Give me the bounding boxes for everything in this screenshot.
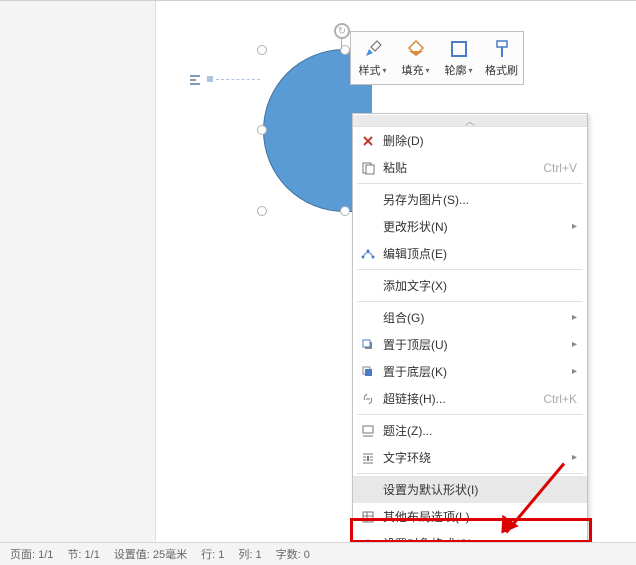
menu-item-send-to-back[interactable]: 置于底层(K) ▸: [353, 358, 587, 385]
menu-label: 添加文字(X): [383, 277, 577, 294]
submenu-arrow-icon: ▸: [572, 366, 577, 377]
rotate-stem: [341, 39, 342, 49]
menu-label: 删除(D): [383, 132, 577, 149]
caption-icon: [359, 422, 377, 440]
menu-item-hyperlink[interactable]: 超链接(H)... Ctrl+K: [353, 385, 587, 412]
anchor-line: [216, 79, 260, 80]
resize-handle-nw[interactable]: [257, 45, 267, 55]
menu-item-change-shape[interactable]: 更改形状(N) ▸: [353, 213, 587, 240]
bucket-icon: [405, 38, 427, 60]
menu-label: 编辑顶点(E): [383, 245, 577, 262]
menu-separator: [357, 414, 583, 415]
status-bar: 页面: 1/1 节: 1/1 设置值: 25毫米 行: 1 列: 1 字数: 0: [0, 542, 636, 565]
fill-button[interactable]: 填充▾: [394, 32, 437, 84]
menu-item-bring-to-front[interactable]: 置于顶层(U) ▸: [353, 331, 587, 358]
menu-item-group[interactable]: 组合(G) ▸: [353, 304, 587, 331]
menu-scroll-up[interactable]: ︿: [353, 115, 587, 127]
annotation-box: [350, 518, 592, 543]
status-page[interactable]: 页面: 1/1: [10, 546, 53, 562]
menu-label: 文字环绕: [383, 449, 572, 466]
menu-label: 题注(Z)...: [383, 422, 577, 439]
anchor-dot: [207, 76, 213, 82]
menu-separator: [357, 183, 583, 184]
resize-handle-w[interactable]: [257, 125, 267, 135]
page-gutter: [0, 1, 156, 543]
link-icon: [359, 390, 377, 408]
submenu-arrow-icon: ▸: [572, 312, 577, 323]
wrap-icon: [359, 449, 377, 467]
menu-label: 更改形状(N): [383, 218, 572, 235]
menu-label: 粘贴: [383, 159, 543, 176]
outline-icon: [448, 38, 470, 60]
delete-icon: [359, 132, 377, 150]
menu-shortcut: Ctrl+V: [543, 161, 577, 175]
menu-item-text-wrapping[interactable]: 文字环绕 ▸: [353, 444, 587, 471]
menu-shortcut: Ctrl+K: [543, 392, 577, 406]
style-button[interactable]: 样式▾: [351, 32, 394, 84]
bring-front-icon: [359, 336, 377, 354]
menu-label: 组合(G): [383, 309, 572, 326]
edit-points-icon: [359, 245, 377, 263]
status-column[interactable]: 列: 1: [238, 546, 261, 562]
outline-label: 轮廓: [444, 62, 466, 78]
menu-separator: [357, 473, 583, 474]
menu-item-save-as-picture[interactable]: 另存为图片(S)...: [353, 186, 587, 213]
brush-icon: [362, 38, 384, 60]
format-painter-label: 格式刷: [485, 62, 518, 78]
status-setting[interactable]: 设置值: 25毫米: [114, 546, 187, 562]
menu-separator: [357, 301, 583, 302]
status-words[interactable]: 字数: 0: [276, 546, 310, 562]
floating-toolbar: 样式▾ 填充▾ 轮廓▾ 格式刷: [350, 31, 524, 85]
submenu-arrow-icon: ▸: [572, 221, 577, 232]
status-line[interactable]: 行: 1: [201, 546, 224, 562]
format-painter-icon: [491, 38, 513, 60]
send-back-icon: [359, 363, 377, 381]
chevron-down-icon: ▾: [382, 66, 386, 75]
menu-label: 置于底层(K): [383, 363, 572, 380]
menu-label: 超链接(H)...: [383, 390, 543, 407]
menu-item-caption[interactable]: 题注(Z)...: [353, 417, 587, 444]
menu-item-paste[interactable]: 粘贴 Ctrl+V: [353, 154, 587, 181]
submenu-arrow-icon: ▸: [572, 339, 577, 350]
fill-label: 填充: [401, 62, 423, 78]
menu-separator: [357, 269, 583, 270]
submenu-arrow-icon: ▸: [572, 452, 577, 463]
resize-handle-sw[interactable]: [257, 206, 267, 216]
editor-panel: ↻ 样式▾ 填充▾ 轮廓▾ 格式刷 ︿: [0, 0, 636, 542]
menu-label: 另存为图片(S)...: [383, 191, 577, 208]
style-label: 样式: [358, 62, 380, 78]
status-section[interactable]: 节: 1/1: [67, 546, 99, 562]
rotate-handle[interactable]: ↻: [334, 23, 350, 39]
paragraph-anchor-icon: [188, 73, 202, 87]
format-painter-button[interactable]: 格式刷: [480, 32, 523, 84]
chevron-down-icon: ▾: [468, 66, 472, 75]
outline-button[interactable]: 轮廓▾: [437, 32, 480, 84]
context-menu: ︿ 删除(D) 粘贴 Ctrl+V 另存为图片(S)... 更改形状(N) ▸: [352, 113, 588, 560]
menu-item-delete[interactable]: 删除(D): [353, 127, 587, 154]
chevron-down-icon: ▾: [425, 66, 429, 75]
paste-icon: [359, 159, 377, 177]
menu-item-add-text[interactable]: 添加文字(X): [353, 272, 587, 299]
menu-item-edit-points[interactable]: 编辑顶点(E): [353, 240, 587, 267]
menu-label: 置于顶层(U): [383, 336, 572, 353]
resize-handle-s[interactable]: [340, 206, 350, 216]
